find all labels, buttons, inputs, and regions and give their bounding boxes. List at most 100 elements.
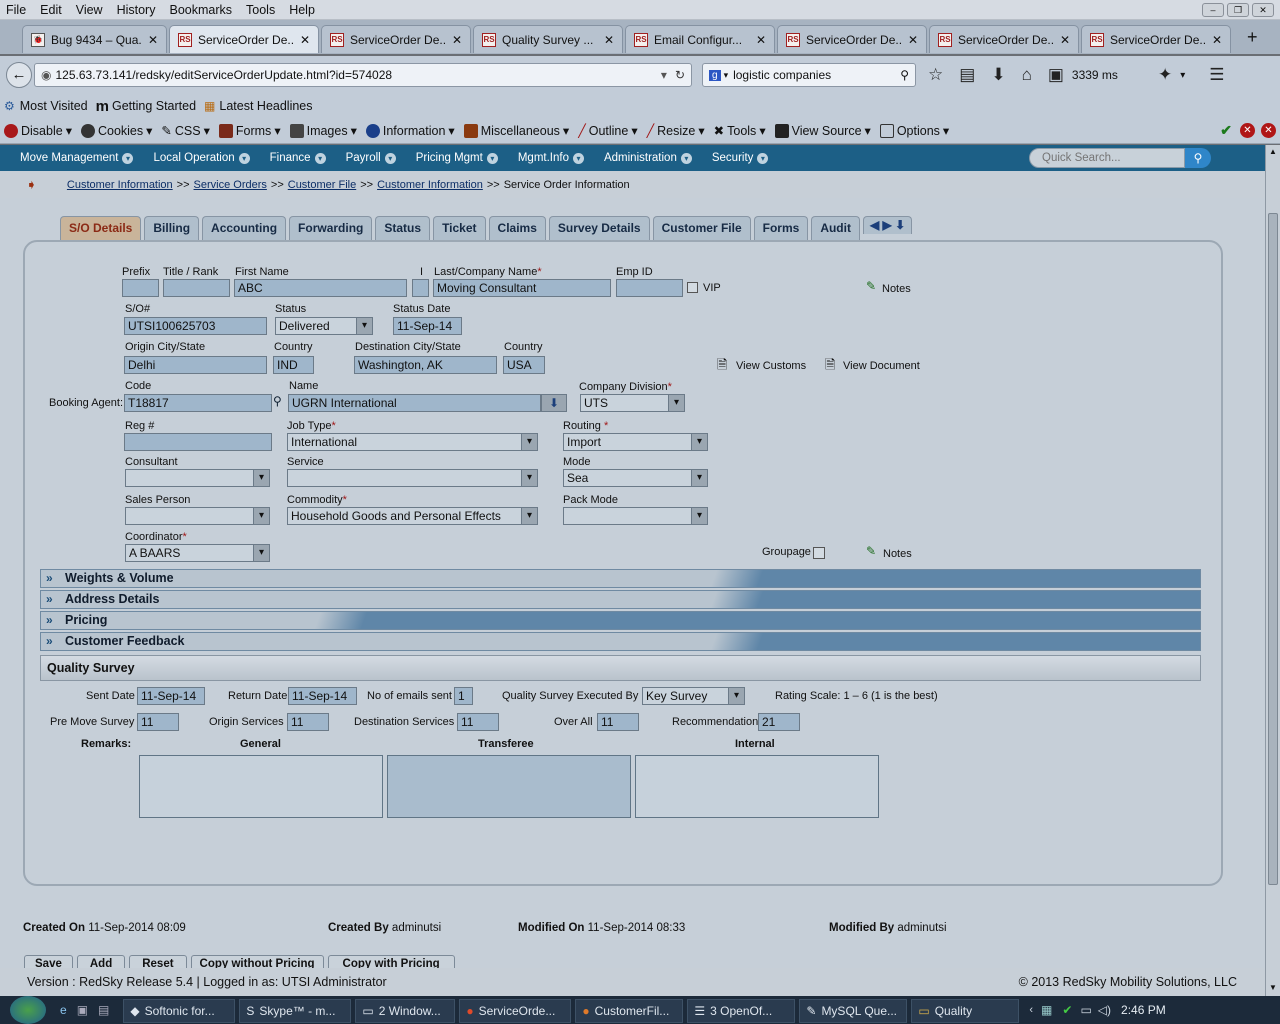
extension-icon[interactable]: ▣ xyxy=(1048,65,1064,85)
destination-country-field[interactable]: USA xyxy=(503,356,545,374)
over-all-field[interactable]: 11 xyxy=(597,713,639,731)
last-name-field[interactable]: Moving Consultant xyxy=(433,279,611,297)
status-select[interactable]: Delivered xyxy=(275,317,373,335)
back-icon[interactable]: ← xyxy=(6,62,32,88)
nav-move-management[interactable]: Move Management ▾ xyxy=(20,152,134,164)
check-icon[interactable]: ✔ xyxy=(1220,122,1232,139)
section-customer-feedback[interactable]: » Customer Feedback xyxy=(40,632,1201,651)
shield-icon[interactable]: ✔ xyxy=(1062,1003,1072,1017)
service-select[interactable] xyxy=(287,469,538,487)
devbar-disable[interactable]: Disable ▾ xyxy=(4,123,72,138)
close-icon[interactable]: ✕ xyxy=(1240,123,1255,138)
devbar-images[interactable]: Images ▾ xyxy=(289,123,357,138)
company-division-select[interactable]: UTS xyxy=(580,394,685,412)
taskbar-item[interactable]: ☰ 3 OpenOf... xyxy=(687,999,796,1023)
nav-administration[interactable]: Administration ▾ xyxy=(604,152,692,164)
menu-history[interactable]: History xyxy=(117,3,156,17)
view-document-link[interactable]: View Document xyxy=(843,360,920,372)
taskbar-item[interactable]: ● ServiceOrde... xyxy=(459,999,572,1023)
menu-view[interactable]: View xyxy=(76,3,103,17)
reset-button[interactable]: Reset xyxy=(129,955,187,968)
tab-so-details[interactable]: S/O Details xyxy=(60,216,142,240)
section-weights-volume[interactable]: » Weights & Volume xyxy=(40,569,1201,588)
booking-agent-code-field[interactable]: T18817 xyxy=(124,394,272,412)
browser-tab[interactable]: RS ServiceOrder De... ✕ xyxy=(777,25,927,53)
tab-customer-file[interactable]: Customer File xyxy=(652,216,751,240)
middle-initial-field[interactable] xyxy=(412,279,429,297)
mode-select[interactable]: Sea xyxy=(563,469,708,487)
bookmark-star-icon[interactable]: ☆ xyxy=(928,65,943,85)
tab-forwarding[interactable]: Forwarding xyxy=(289,216,373,240)
breadcrumb-link[interactable]: Customer Information xyxy=(377,179,483,191)
browser-tab[interactable]: RS ServiceOrder De... ✕ xyxy=(929,25,1079,53)
devbar-resize[interactable]: ╱ Resize ▾ xyxy=(647,123,705,139)
addon-icon[interactable]: ✦ xyxy=(1158,65,1172,85)
destination-field[interactable]: Washington, AK xyxy=(354,356,497,374)
tab-claims[interactable]: Claims xyxy=(488,216,546,240)
browser-tab[interactable]: RS ServiceOrder De... ✕ xyxy=(321,25,471,53)
devbar-view-source[interactable]: View Source ▾ xyxy=(774,123,871,138)
bookmark-latest-headlines[interactable]: Latest Headlines xyxy=(219,99,312,113)
menu-tools[interactable]: Tools xyxy=(246,3,275,17)
new-tab-icon[interactable]: + xyxy=(1247,27,1258,48)
close-tab-icon[interactable]: ✕ xyxy=(300,33,310,47)
executed-by-select[interactable]: Key Survey xyxy=(642,687,745,705)
tab-forms[interactable]: Forms xyxy=(753,216,809,240)
taskbar-item[interactable]: ● CustomerFil... xyxy=(575,999,684,1023)
tab-survey-details[interactable]: Survey Details xyxy=(548,216,650,240)
pre-move-survey-field[interactable]: 11 xyxy=(137,713,179,731)
browser-tab[interactable]: RS Email Configur... ✕ xyxy=(625,25,775,53)
save-button[interactable]: Save xyxy=(24,955,73,968)
view-customs-link[interactable]: View Customs xyxy=(736,360,806,372)
close-tab-icon[interactable]: ✕ xyxy=(148,33,158,47)
page-scrollbar[interactable]: ▲ ▼ xyxy=(1265,145,1280,996)
close-window-button[interactable]: ✕ xyxy=(1252,2,1274,17)
origin-services-field[interactable]: 11 xyxy=(287,713,329,731)
title-rank-field[interactable] xyxy=(163,279,230,297)
hamburger-menu-icon[interactable]: ☰ xyxy=(1209,65,1224,85)
monitor-icon[interactable]: ▭ xyxy=(1080,1003,1091,1017)
scrollbar-thumb[interactable] xyxy=(1268,213,1278,885)
taskbar-item[interactable]: ▭ Quality xyxy=(911,999,1020,1023)
chevron-down-icon[interactable]: ▾ xyxy=(1180,70,1185,81)
menu-bookmarks[interactable]: Bookmarks xyxy=(169,3,232,17)
tab-billing[interactable]: Billing xyxy=(144,216,200,240)
copy-without-pricing-button[interactable]: Copy without Pricing xyxy=(190,955,324,968)
search-box[interactable]: g ▾ logistic companies ⚲ xyxy=(702,63,916,87)
agent-name-field[interactable]: UGRN International xyxy=(288,394,541,412)
nav-mgmt-info[interactable]: Mgmt.Info ▾ xyxy=(518,152,584,164)
transferee-remarks-textarea[interactable] xyxy=(387,755,631,818)
bookmark-getting-started[interactable]: Getting Started xyxy=(112,99,196,113)
consultant-select[interactable] xyxy=(125,469,270,487)
reload-icon[interactable]: ↻ xyxy=(675,68,685,82)
browser-tab[interactable]: RS ServiceOrder De... ✕ xyxy=(169,25,319,53)
pack-mode-select[interactable] xyxy=(563,507,708,525)
first-name-field[interactable]: ABC xyxy=(234,279,407,297)
commodity-select[interactable]: Household Goods and Personal Effects xyxy=(287,507,538,525)
breadcrumb-link[interactable]: Customer Information xyxy=(67,179,173,191)
explorer-icon[interactable]: ▣ xyxy=(77,1003,88,1017)
nav-payroll[interactable]: Payroll ▾ xyxy=(346,152,396,164)
reg-field[interactable] xyxy=(124,433,272,451)
lookup-search-icon[interactable]: ⚲ xyxy=(273,394,282,408)
sales-person-select[interactable] xyxy=(125,507,270,525)
minimize-button[interactable]: – xyxy=(1202,2,1224,17)
menu-help[interactable]: Help xyxy=(289,3,315,17)
taskbar-item[interactable]: ◆ Softonic for... xyxy=(123,999,236,1023)
tab-nav-arrows[interactable]: ◀ ▶ ⬇ xyxy=(862,216,913,234)
internal-remarks-textarea[interactable] xyxy=(635,755,879,818)
return-date-field[interactable]: 11-Sep-14 xyxy=(288,687,357,705)
browser-tab[interactable]: RS ServiceOrder De... ✕ xyxy=(1081,25,1231,53)
tab-ticket[interactable]: Ticket xyxy=(433,216,486,240)
ie-icon[interactable]: e xyxy=(60,1003,67,1017)
home-icon[interactable]: ⌂ xyxy=(1022,65,1032,85)
recommendation-field[interactable]: 21 xyxy=(758,713,800,731)
devbar-information[interactable]: Information ▾ xyxy=(365,123,455,138)
devbar-cookies[interactable]: Cookies ▾ xyxy=(80,123,152,138)
close-tab-icon[interactable]: ✕ xyxy=(908,33,918,47)
network-icon[interactable]: ▦ xyxy=(1041,1003,1052,1017)
menu-edit[interactable]: Edit xyxy=(40,3,62,17)
close-icon[interactable]: ✕ xyxy=(1261,123,1276,138)
tab-audit[interactable]: Audit xyxy=(811,216,860,240)
devbar-forms[interactable]: Forms ▾ xyxy=(218,123,281,138)
